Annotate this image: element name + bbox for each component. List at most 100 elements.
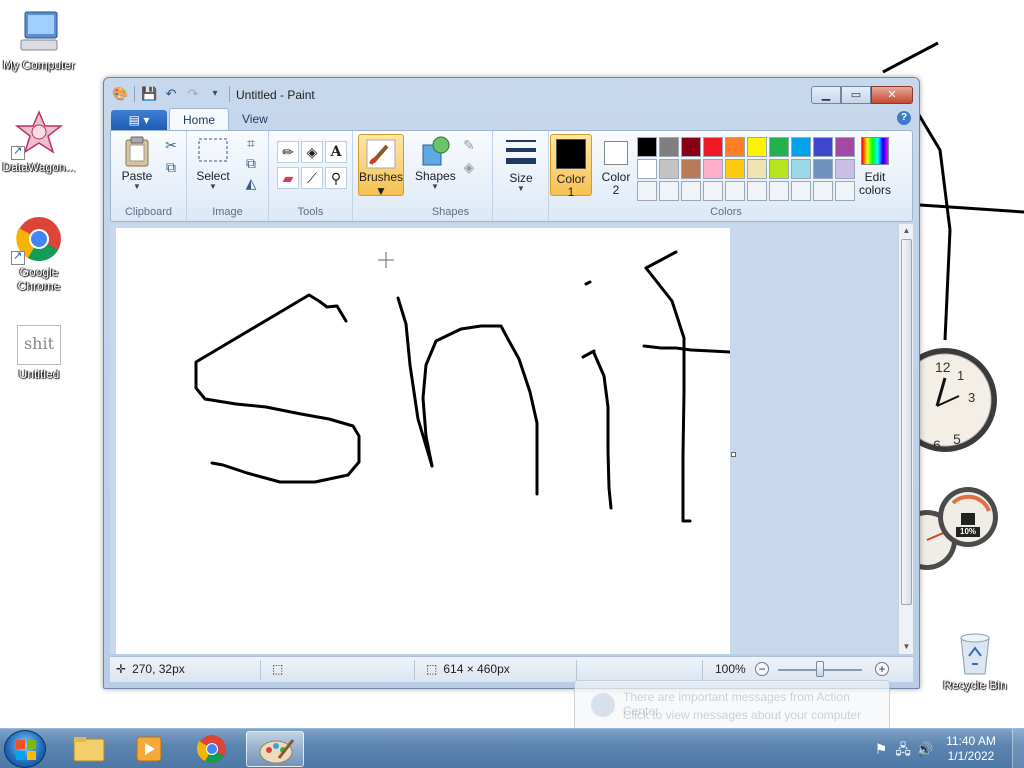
rotate-icon[interactable]: ◭ xyxy=(241,173,261,193)
palette-swatch[interactable] xyxy=(637,159,657,179)
palette-swatch[interactable] xyxy=(703,137,723,157)
drawing-canvas[interactable] xyxy=(116,228,732,654)
system-tray: ⚑ 🖧 🔊 11:40 AM 1/1/2022 xyxy=(870,729,1024,768)
palette-swatch[interactable] xyxy=(637,181,657,201)
palette-swatch[interactable] xyxy=(703,159,723,179)
svg-text:3: 3 xyxy=(968,390,975,405)
select-button[interactable]: Select ▼ xyxy=(191,135,235,191)
scroll-up-icon[interactable]: ▲ xyxy=(899,224,914,238)
copy-icon[interactable]: ⧉ xyxy=(161,157,181,177)
color1-button[interactable]: Color 1 xyxy=(550,134,592,199)
maximize-button[interactable]: ▭ xyxy=(841,86,871,104)
volume-icon[interactable]: 🔊 xyxy=(914,738,936,760)
palette-swatch[interactable] xyxy=(681,181,701,201)
palette-swatch[interactable] xyxy=(769,181,789,201)
palette-swatch[interactable] xyxy=(813,181,833,201)
desktop-icon-untitled[interactable]: shit Untitled xyxy=(0,325,78,381)
title-bar[interactable]: 🎨 💾 ↶ ↷ ▾ Untitled - Paint ▁ ▭ ✕ xyxy=(104,78,919,108)
show-desktop-button[interactable] xyxy=(1012,729,1024,768)
paint-window[interactable]: 🎨 💾 ↶ ↷ ▾ Untitled - Paint ▁ ▭ ✕ ▤ ▾ Hom… xyxy=(103,77,920,689)
palette-swatch[interactable] xyxy=(703,181,723,201)
action-center-flag-icon[interactable]: ⚑ xyxy=(870,738,892,760)
customize-qat-icon[interactable]: ▾ xyxy=(207,86,223,102)
taskbar-explorer[interactable] xyxy=(60,731,118,767)
taskbar-paint[interactable] xyxy=(246,731,304,767)
crop-icon[interactable]: ⌗ xyxy=(241,133,261,153)
desktop-icon-my-computer[interactable]: My Computer xyxy=(0,8,78,72)
tab-home[interactable]: Home xyxy=(169,108,230,130)
zoom-slider-thumb[interactable] xyxy=(816,661,824,677)
scroll-thumb[interactable] xyxy=(901,239,912,605)
canvas-resize-handle[interactable] xyxy=(731,452,736,457)
palette-swatch[interactable] xyxy=(637,137,657,157)
selection-size: ⬚ xyxy=(272,662,283,676)
desktop-icon-google-chrome[interactable]: Google Chrome xyxy=(0,215,78,293)
palette-swatch[interactable] xyxy=(747,181,767,201)
minimize-button[interactable]: ▁ xyxy=(811,86,841,104)
tab-view[interactable]: View xyxy=(229,108,281,130)
vertical-scrollbar[interactable]: ▲ ▼ xyxy=(898,224,913,654)
palette-swatch[interactable] xyxy=(659,159,679,179)
color-picker-icon[interactable]: ⟋ xyxy=(301,167,323,189)
undo-icon[interactable]: ↶ xyxy=(163,86,179,102)
zoom-in-button[interactable]: + xyxy=(875,662,889,676)
action-center-notification[interactable]: There are important messages from Action… xyxy=(574,680,890,730)
start-button[interactable] xyxy=(4,730,46,768)
palette-swatch[interactable] xyxy=(725,159,745,179)
palette-swatch[interactable] xyxy=(725,137,745,157)
palette-swatch[interactable] xyxy=(791,159,811,179)
dropdown-caret-icon: ▼ xyxy=(431,182,439,191)
color2-button[interactable]: Color 2 xyxy=(595,134,637,197)
eraser-icon[interactable]: ▰ xyxy=(277,167,299,189)
palette-swatch[interactable] xyxy=(725,181,745,201)
palette-swatch[interactable] xyxy=(835,159,855,179)
redo-icon[interactable]: ↷ xyxy=(185,86,201,102)
palette-swatch[interactable] xyxy=(747,159,767,179)
paint-app-icon[interactable]: 🎨 xyxy=(112,86,128,102)
zoom-out-button[interactable]: − xyxy=(755,662,769,676)
paste-button[interactable]: Paste ▼ xyxy=(117,135,157,191)
scroll-down-icon[interactable]: ▼ xyxy=(899,640,914,654)
palette-swatch[interactable] xyxy=(769,137,789,157)
palette-swatch[interactable] xyxy=(659,137,679,157)
network-icon[interactable]: 🖧 xyxy=(892,738,914,760)
cut-icon[interactable]: ✂ xyxy=(161,135,181,155)
resize-icon[interactable]: ⧉ xyxy=(241,153,261,173)
folder-icon xyxy=(73,737,105,762)
palette-swatch[interactable] xyxy=(791,137,811,157)
palette-swatch[interactable] xyxy=(681,137,701,157)
close-button[interactable]: ✕ xyxy=(871,86,913,104)
outline-icon[interactable]: ✎ xyxy=(459,135,479,155)
image-file-icon: shit xyxy=(17,325,61,365)
palette-swatch[interactable] xyxy=(791,181,811,201)
desktop-icon-recycle-bin[interactable]: Recycle Bin xyxy=(938,630,1012,692)
palette-swatch[interactable] xyxy=(835,137,855,157)
save-icon[interactable]: 💾 xyxy=(141,86,157,102)
cpu-meter-gadget[interactable]: 10% xyxy=(897,485,1005,575)
text-icon[interactable]: A xyxy=(325,141,347,163)
magnifier-icon[interactable]: ⚲ xyxy=(325,167,347,189)
fill-icon[interactable]: ◈ xyxy=(301,141,323,163)
cursor-position: ✛ 270, 32px xyxy=(116,662,185,676)
edit-colors-button[interactable]: Edit colors xyxy=(855,134,895,197)
taskbar-clock[interactable]: 11:40 AM 1/1/2022 xyxy=(936,734,1006,764)
palette-swatch[interactable] xyxy=(659,181,679,201)
pencil-icon[interactable]: ✏ xyxy=(277,141,299,163)
shapes-button[interactable]: Shapes ▼ xyxy=(415,135,456,191)
palette-swatch[interactable] xyxy=(835,181,855,201)
palette-swatch[interactable] xyxy=(813,159,833,179)
taskbar-media-player[interactable] xyxy=(120,731,178,767)
size-label: Size xyxy=(509,171,533,185)
palette-swatch[interactable] xyxy=(747,137,767,157)
taskbar-chrome[interactable] xyxy=(183,731,241,767)
paint-menu-button[interactable]: ▤ ▾ xyxy=(111,110,167,130)
desktop-icon-datawagon[interactable]: DataWagon... xyxy=(0,110,78,174)
brushes-button[interactable]: Brushes ▼ xyxy=(358,134,404,198)
palette-swatch[interactable] xyxy=(681,159,701,179)
palette-swatch[interactable] xyxy=(813,137,833,157)
palette-swatch[interactable] xyxy=(769,159,789,179)
size-button[interactable]: Size ▼ xyxy=(499,137,543,193)
help-icon[interactable]: ? xyxy=(897,111,911,125)
fill-shape-icon[interactable]: ◈ xyxy=(459,157,479,177)
canvas-workspace xyxy=(110,224,902,654)
